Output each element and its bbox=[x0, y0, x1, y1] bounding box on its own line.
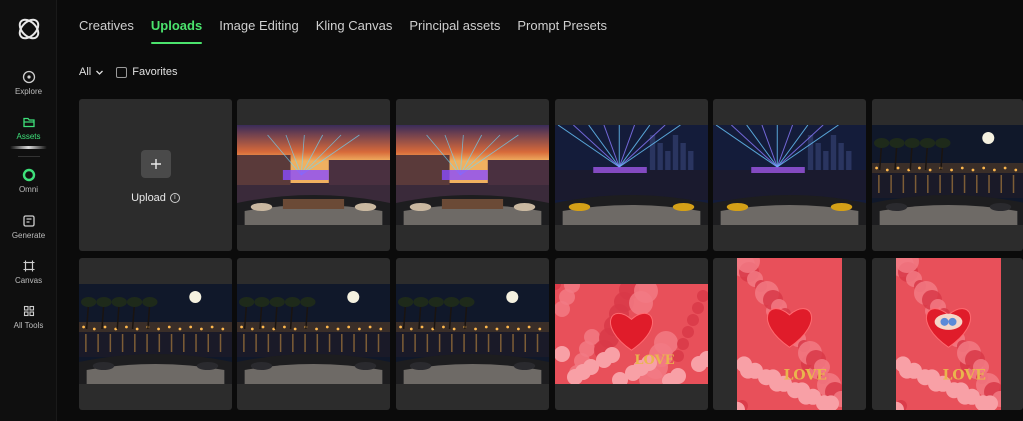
info-icon[interactable]: i bbox=[169, 193, 180, 203]
favorites-toggle[interactable]: Favorites bbox=[116, 66, 177, 78]
asset-card[interactable] bbox=[396, 99, 549, 251]
grid-icon bbox=[23, 305, 34, 317]
tab-image-editing[interactable]: Image Editing bbox=[219, 18, 299, 38]
tab-creatives[interactable]: Creatives bbox=[79, 18, 134, 38]
sidebar-item-generate[interactable]: Generate bbox=[0, 214, 57, 240]
generate-icon bbox=[22, 215, 35, 227]
asset-card[interactable] bbox=[237, 258, 390, 410]
omni-ring-icon bbox=[22, 168, 35, 182]
asset-thumbnail bbox=[396, 284, 549, 384]
tab-uploads[interactable]: Uploads bbox=[150, 18, 203, 44]
tab-bar: Creatives Uploads Image Editing Kling Ca… bbox=[79, 18, 607, 44]
asset-card[interactable] bbox=[872, 99, 1023, 251]
love-text: LOVE bbox=[634, 353, 674, 368]
sidebar-item-explore[interactable]: Explore bbox=[0, 70, 57, 96]
sidebar: Explore Assets Omni Generate Canvas All … bbox=[0, 0, 57, 421]
divider bbox=[18, 156, 40, 157]
upload-label: Upload bbox=[131, 192, 166, 204]
compass-icon bbox=[22, 70, 35, 84]
tab-principal-assets[interactable]: Principal assets bbox=[409, 18, 500, 38]
love-text: LOVE bbox=[943, 368, 986, 384]
folder-icon bbox=[22, 117, 35, 128]
sidebar-item-label: Omni bbox=[18, 185, 39, 194]
filter-row: All Favorites bbox=[79, 64, 177, 80]
asset-thumbnail bbox=[555, 125, 708, 225]
asset-card[interactable] bbox=[713, 99, 866, 251]
asset-thumbnail bbox=[872, 125, 1023, 225]
asset-thumbnail bbox=[713, 125, 866, 225]
sidebar-item-omni[interactable]: Omni bbox=[0, 168, 57, 194]
favorites-checkbox[interactable] bbox=[116, 66, 128, 78]
sidebar-item-label: Assets bbox=[16, 132, 41, 141]
asset-card[interactable] bbox=[396, 258, 549, 410]
asset-card[interactable] bbox=[555, 99, 708, 251]
asset-card[interactable]: LOVE bbox=[872, 258, 1023, 410]
tab-prompt-presets[interactable]: Prompt Presets bbox=[517, 18, 607, 38]
swirl-logo-icon[interactable] bbox=[16, 16, 42, 42]
love-text: LOVE bbox=[784, 368, 827, 384]
canvas-icon bbox=[23, 260, 34, 272]
asset-thumbnail bbox=[237, 284, 390, 384]
sidebar-item-label: Canvas bbox=[14, 276, 43, 285]
active-indicator bbox=[10, 146, 47, 149]
asset-card[interactable]: LOVE bbox=[713, 258, 866, 410]
asset-card[interactable]: LOVE bbox=[555, 258, 708, 410]
asset-thumbnail: LOVE bbox=[555, 284, 708, 384]
plus-icon bbox=[140, 150, 171, 178]
asset-thumbnail: LOVE bbox=[896, 258, 1001, 410]
sidebar-item-label: Explore bbox=[14, 87, 43, 96]
asset-thumbnail bbox=[237, 125, 390, 225]
upload-card[interactable]: Upload i bbox=[79, 99, 232, 251]
favorites-label: Favorites bbox=[132, 66, 178, 78]
asset-card[interactable] bbox=[237, 99, 390, 251]
sidebar-item-assets[interactable]: Assets bbox=[0, 115, 57, 141]
sidebar-item-label: All Tools bbox=[13, 321, 44, 330]
sidebar-item-all-tools[interactable]: All Tools bbox=[0, 304, 57, 330]
tab-kling-canvas[interactable]: Kling Canvas bbox=[316, 18, 393, 38]
sidebar-item-label: Generate bbox=[11, 231, 46, 240]
filter-dropdown[interactable]: All bbox=[79, 66, 104, 78]
asset-card[interactable] bbox=[79, 258, 232, 410]
asset-thumbnail: LOVE bbox=[737, 258, 842, 410]
filter-dropdown-label: All bbox=[79, 66, 92, 78]
upload-label-row: Upload i bbox=[131, 192, 180, 204]
asset-thumbnail bbox=[396, 125, 549, 225]
chevron-down-icon bbox=[96, 70, 104, 75]
asset-thumbnail bbox=[79, 284, 232, 384]
sidebar-item-canvas[interactable]: Canvas bbox=[0, 259, 57, 285]
